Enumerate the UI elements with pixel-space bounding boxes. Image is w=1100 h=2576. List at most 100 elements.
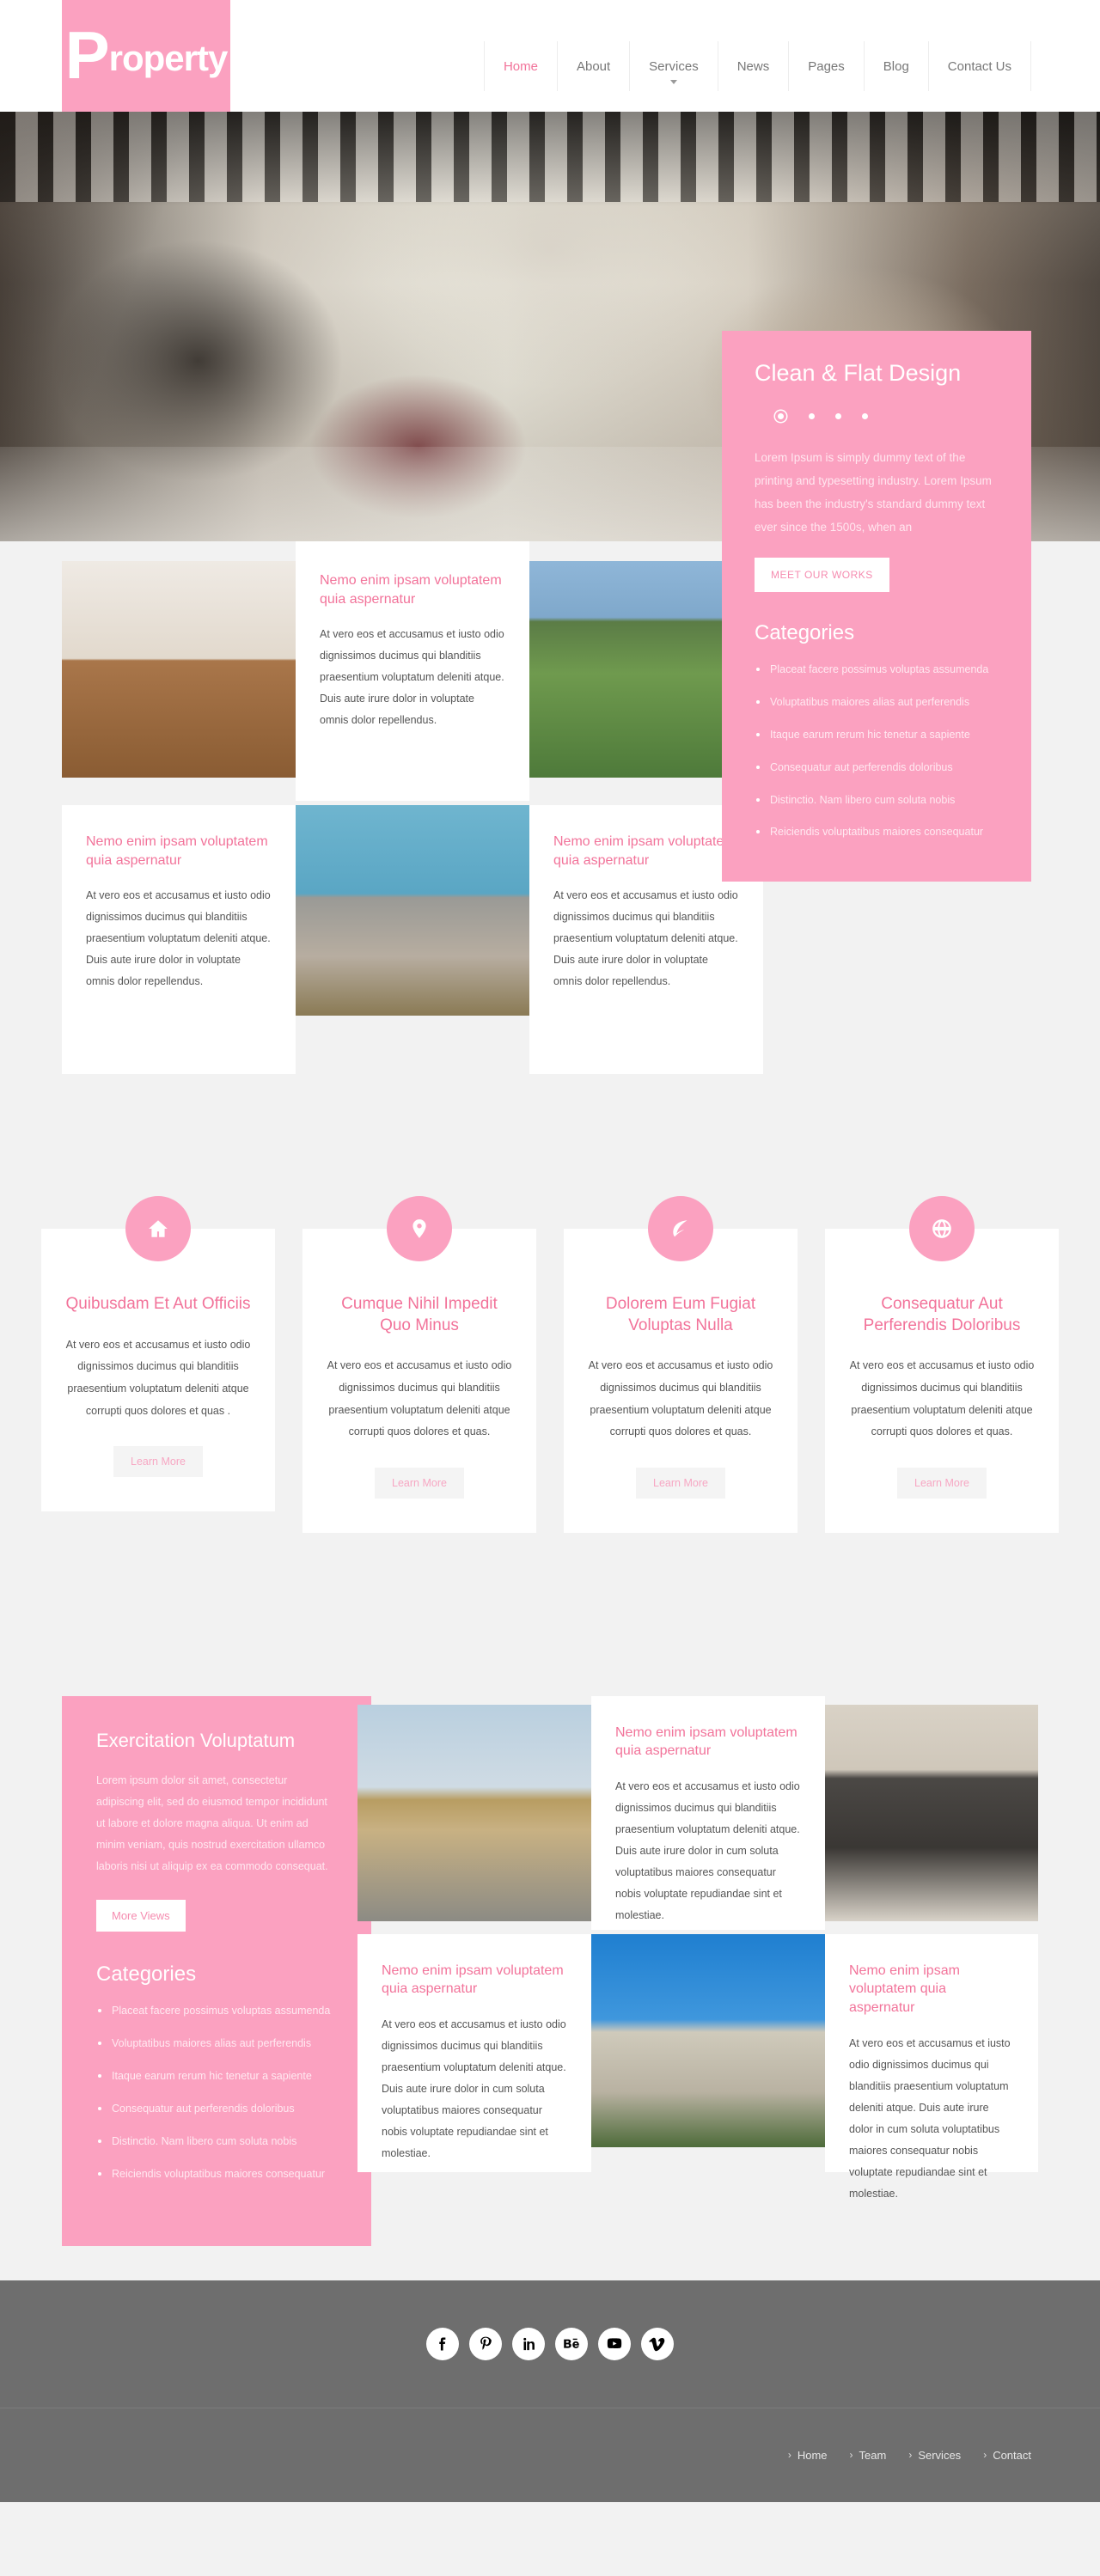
footer-link-label: Contact	[993, 2448, 1031, 2462]
service-body: At vero eos et accusamus et iusto odio d…	[849, 1359, 1035, 1438]
gallery-heading: Nemo enim ipsam voluptatem quia aspernat…	[849, 1963, 960, 2016]
hero-slider-dots	[773, 409, 999, 424]
service-card-3: Dolorem Eum Fugiat Voluptas Nulla At ver…	[564, 1196, 798, 1533]
list-item[interactable]: Placeat facere possimus voluptas assumen…	[755, 661, 999, 680]
gallery-categories-list: Placeat facere possimus voluptas assumen…	[96, 2002, 337, 2183]
services-section: Quibusdam Et Aut Officiis At vero eos et…	[0, 1177, 1100, 1696]
list-item[interactable]: Consequatur aut perferendis doloribus	[755, 759, 999, 778]
logo-text: roperty	[108, 38, 229, 78]
facebook-icon[interactable]	[426, 2327, 459, 2360]
nav-item-services[interactable]: Services	[629, 41, 718, 91]
gallery-body: At vero eos et accusamus et iusto odio d…	[382, 2018, 566, 2160]
learn-more-button[interactable]: Learn More	[375, 1467, 464, 1499]
service-title: Dolorem Eum Fugiat Voluptas Nulla	[605, 1295, 756, 1334]
footer-link-label: Home	[797, 2448, 828, 2462]
chevron-down-icon	[669, 80, 677, 84]
list-item[interactable]: Placeat facere possimus voluptas assumen…	[96, 2002, 337, 2021]
learn-more-button[interactable]: Learn More	[636, 1467, 725, 1499]
youtube-icon[interactable]	[598, 2327, 631, 2360]
list-item[interactable]: Reiciendis voluptatibus maiores consequa…	[755, 823, 999, 842]
gallery-heading: Nemo enim ipsam voluptatem quia aspernat…	[615, 1724, 798, 1759]
hero-description: Lorem Ipsum is simply dummy text of the …	[755, 451, 992, 534]
feature-body: At vero eos et accusamus et iusto odio d…	[553, 889, 738, 988]
footer-link-services[interactable]: › Services	[908, 2449, 961, 2462]
meet-our-works-button[interactable]: MEET OUR WORKS	[755, 558, 889, 592]
leaf-icon[interactable]	[648, 1196, 713, 1261]
vimeo-icon[interactable]	[641, 2327, 674, 2360]
behance-icon[interactable]	[555, 2327, 588, 2360]
feature-text-block-2: Nemo enim ipsam voluptatem quia aspernat…	[62, 805, 296, 1074]
feature-body: At vero eos et accusamus et iusto odio d…	[86, 889, 271, 988]
gallery-image-sofa	[825, 1704, 1038, 1921]
list-item[interactable]: Itaque earum rerum hic tenetur a sapient…	[96, 2067, 337, 2086]
sidebar-categories-title: Categories	[755, 621, 855, 644]
more-views-button[interactable]: More Views	[96, 1900, 186, 1932]
nav-label: About	[576, 58, 611, 74]
site-logo[interactable]: Property	[62, 0, 230, 112]
gallery-body: At vero eos et accusamus et iusto odio d…	[849, 2036, 1011, 2200]
map-pin-icon[interactable]	[387, 1196, 452, 1261]
home-icon[interactable]	[125, 1196, 191, 1261]
slider-dot-3[interactable]	[835, 413, 841, 419]
list-item[interactable]: Voluptatibus maiores alias aut perferend…	[96, 2035, 337, 2054]
slider-dot-4[interactable]	[862, 413, 868, 419]
list-item[interactable]: Consequatur aut perferendis doloribus	[96, 2100, 337, 2119]
nav-item-news[interactable]: News	[717, 41, 789, 91]
footer-social-bar	[0, 2280, 1100, 2408]
list-item[interactable]: Distinctio. Nam libero cum soluta nobis	[96, 2133, 337, 2152]
footer-link-contact[interactable]: › Contact	[983, 2449, 1031, 2462]
nav-label: Pages	[808, 58, 845, 74]
slider-dot-2[interactable]	[809, 413, 815, 419]
learn-more-button[interactable]: Learn More	[897, 1467, 987, 1499]
slider-dot-1[interactable]	[778, 413, 784, 419]
gallery-categories-title: Categories	[96, 1963, 197, 1987]
footer-link-home[interactable]: › Home	[788, 2449, 828, 2462]
feature-image-kitchen	[62, 561, 296, 778]
gallery-heading: Nemo enim ipsam voluptatem quia aspernat…	[382, 1963, 564, 1997]
site-header: Property Home About Services News Pages …	[0, 0, 1100, 112]
chevron-right-icon: ›	[787, 2449, 791, 2462]
footer-links-bar: › Home › Team › Services › Contact	[0, 2407, 1100, 2502]
linkedin-icon[interactable]	[512, 2327, 545, 2360]
learn-more-button[interactable]: Learn More	[113, 1446, 203, 1478]
list-item[interactable]: Reiciendis voluptatibus maiores consequa…	[96, 2165, 337, 2184]
gallery-image-victorian-house	[591, 1933, 825, 2147]
nav-label: Home	[503, 58, 538, 74]
gallery-image-city	[358, 1704, 591, 1921]
feature-heading: Nemo enim ipsam voluptatem quia aspernat…	[86, 834, 268, 868]
pinterest-icon[interactable]	[469, 2327, 502, 2360]
hero-ceiling-decor	[0, 112, 1100, 202]
sidebar-categories-list: Placeat facere possimus voluptas assumen…	[755, 661, 999, 842]
footer-link-team[interactable]: › Team	[850, 2449, 887, 2462]
service-card-4: Consequatur Aut Perferendis Doloribus At…	[825, 1196, 1059, 1533]
gallery-text-block-1: Nemo enim ipsam voluptatem quia aspernat…	[591, 1695, 825, 1930]
list-item[interactable]: Itaque earum rerum hic tenetur a sapient…	[755, 726, 999, 745]
gallery-text-block-2: Nemo enim ipsam voluptatem quia aspernat…	[358, 1933, 591, 2172]
globe-icon[interactable]	[909, 1196, 975, 1261]
logo-initial: P	[64, 17, 110, 94]
feature-heading: Nemo enim ipsam voluptatem quia aspernat…	[320, 573, 502, 607]
nav-item-about[interactable]: About	[556, 41, 629, 91]
gallery-pink-panel: Exercitation Voluptatum Lorem ipsum dolo…	[62, 1695, 371, 2246]
feature-text-block-1: Nemo enim ipsam voluptatem quia aspernat…	[296, 541, 529, 801]
service-card-2: Cumque Nihil Impedit Quo Minus At vero e…	[302, 1196, 536, 1533]
nav-label: Contact Us	[947, 58, 1011, 74]
nav-label: News	[736, 58, 770, 74]
nav-item-home[interactable]: Home	[483, 41, 557, 91]
gallery-text-block-3: Nemo enim ipsam voluptatem quia aspernat…	[825, 1933, 1038, 2200]
hero-title: Clean & Flat Design	[755, 360, 962, 386]
feature-body: At vero eos et accusamus et iusto odio d…	[320, 628, 504, 727]
nav-item-pages[interactable]: Pages	[788, 41, 864, 91]
page-root: Property Home About Services News Pages …	[0, 0, 1100, 2502]
chevron-right-icon: ›	[908, 2449, 913, 2462]
service-title: Consequatur Aut Perferendis Doloribus	[863, 1295, 1021, 1334]
gallery-panel-title: Exercitation Voluptatum	[96, 1729, 296, 1751]
feature-image-living-room	[296, 805, 529, 1016]
list-item[interactable]: Voluptatibus maiores alias aut perferend…	[755, 693, 999, 712]
nav-item-contact-us[interactable]: Contact Us	[927, 41, 1031, 91]
footer-link-label: Team	[859, 2448, 887, 2462]
nav-item-blog[interactable]: Blog	[863, 41, 928, 91]
feature-heading: Nemo enim ipsam voluptatem quia aspernat…	[553, 834, 736, 868]
list-item[interactable]: Distinctio. Nam libero cum soluta nobis	[755, 791, 999, 810]
service-title: Quibusdam Et Aut Officiis	[65, 1295, 251, 1313]
